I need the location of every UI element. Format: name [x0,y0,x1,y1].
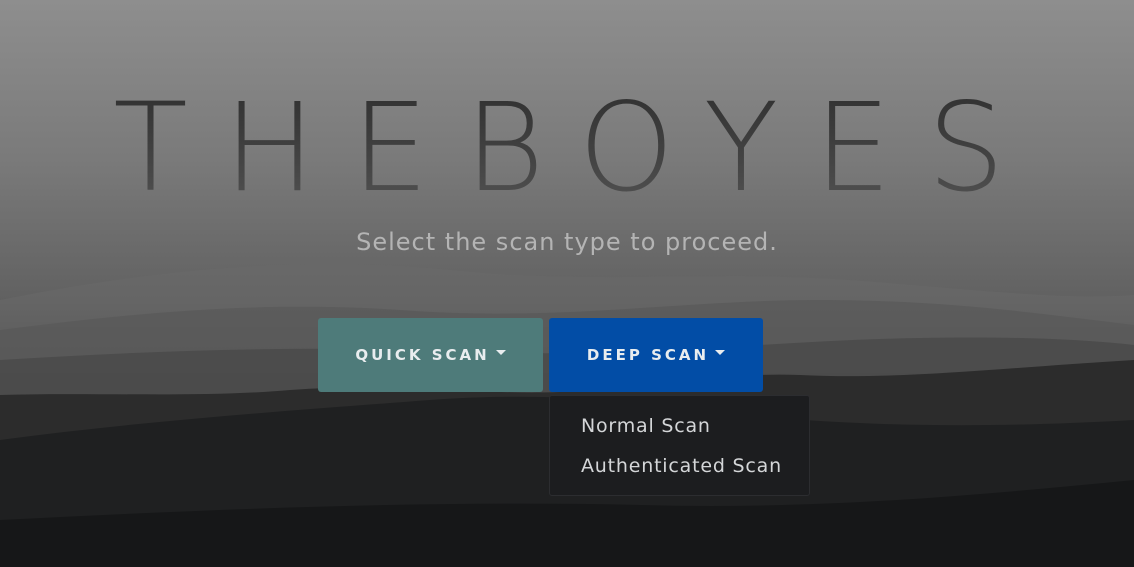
quick-scan-label: QUICK SCAN [355,346,490,364]
app-title: THEBOYES [0,78,1134,218]
deep-scan-label: DEEP SCAN [586,346,710,364]
menu-item-authenticated-scan[interactable]: Authenticated Scan [550,450,809,490]
caret-down-icon [715,349,726,355]
caret-down-icon [495,349,506,355]
deep-scan-button[interactable]: DEEP SCAN [549,318,763,392]
quick-scan-button[interactable]: QUICK SCAN [318,318,543,392]
deep-scan-dropdown-menu: Normal Scan Authenticated Scan [549,395,810,496]
landing-page: THEBOYES Select the scan type to proceed… [0,0,1134,567]
instruction-text: Select the scan type to proceed. [356,228,778,256]
menu-item-normal-scan[interactable]: Normal Scan [550,410,809,450]
